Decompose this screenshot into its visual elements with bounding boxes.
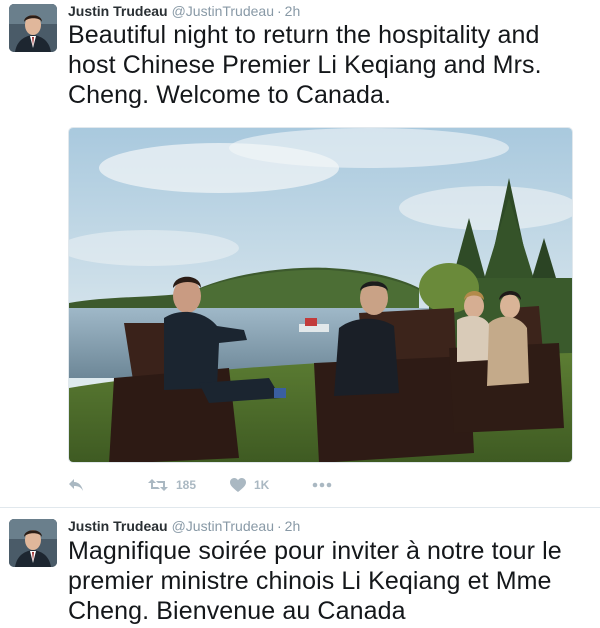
more-icon — [312, 482, 332, 488]
avatar[interactable] — [9, 4, 57, 52]
tweet-header: Justin Trudeau @JustinTrudeau · 2h — [68, 2, 300, 20]
tweet-header: Justin Trudeau @JustinTrudeau · 2h — [68, 517, 300, 535]
retweet-button[interactable]: 185 — [148, 478, 230, 492]
tweet-timestamp[interactable]: 2h — [285, 518, 301, 534]
retweet-count: 185 — [176, 478, 197, 492]
author-name[interactable]: Justin Trudeau — [68, 518, 168, 534]
tweet-actions: 185 1K — [68, 474, 332, 496]
tweet-timestamp[interactable]: 2h — [285, 3, 301, 19]
more-button[interactable] — [312, 482, 332, 488]
like-count: 1K — [254, 478, 270, 492]
author-username[interactable]: @JustinTrudeau — [172, 3, 274, 19]
separator: · — [277, 518, 282, 534]
tweet-photo[interactable] — [68, 127, 573, 463]
avatar[interactable] — [9, 519, 57, 567]
heart-icon — [230, 478, 246, 492]
reply-icon — [68, 478, 84, 492]
reply-button[interactable] — [68, 478, 148, 492]
retweet-icon — [148, 478, 168, 492]
separator: · — [277, 3, 282, 19]
author-name[interactable]: Justin Trudeau — [68, 3, 168, 19]
tweet-text: Magnifique soirée pour inviter à notre t… — [68, 537, 562, 625]
tweet-text: Beautiful night to return the hospitalit… — [68, 21, 542, 109]
like-button[interactable]: 1K — [230, 478, 312, 492]
tweet[interactable]: Justin Trudeau @JustinTrudeau · 2h Beautifu… — [0, 0, 600, 508]
author-username[interactable]: @JustinTrudeau — [172, 518, 274, 534]
